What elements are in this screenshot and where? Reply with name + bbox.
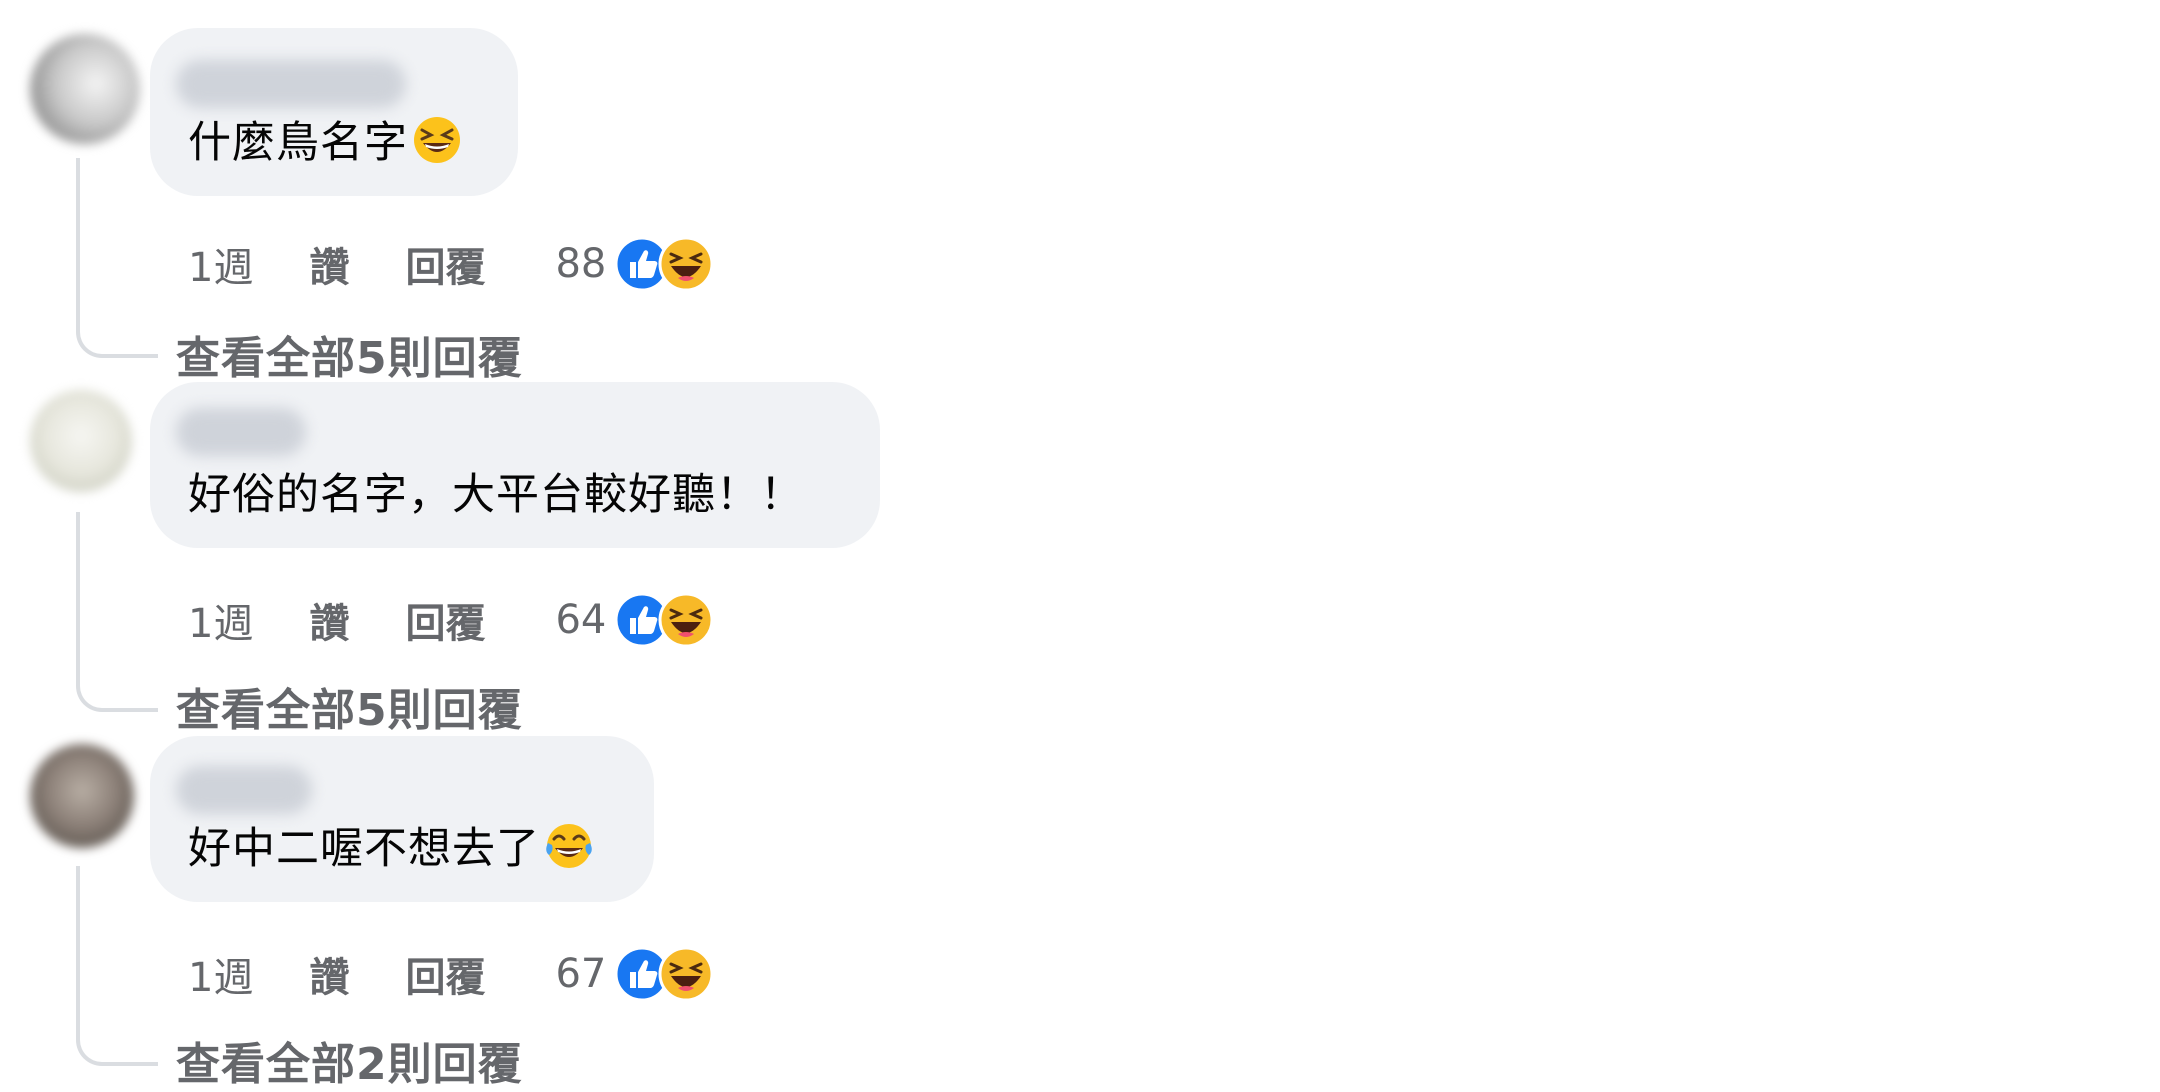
comment-text: 好中二喔不想去了 [188, 820, 594, 878]
reaction-summary[interactable] [614, 592, 714, 648]
timestamp[interactable]: 1週 [188, 945, 253, 1003]
comment-bubble: 什麼鳥名字 [150, 28, 518, 196]
author-name[interactable] [176, 766, 312, 814]
reply-button[interactable]: 回覆 [405, 235, 485, 293]
haha-icon [658, 946, 714, 1002]
thread-line [76, 158, 158, 358]
reply-button[interactable]: 回覆 [405, 591, 485, 649]
like-button[interactable]: 讚 [309, 591, 349, 649]
comment-item: 好中二喔不想去了 1週 讚 回覆 67 查看全部2則回覆 [0, 736, 1400, 1090]
comment-actions: 1週 讚 回覆 88 [188, 234, 714, 294]
thread-line [76, 866, 158, 1066]
comment-text: 什麼鳥名字 [188, 114, 462, 172]
reaction-summary[interactable] [614, 946, 714, 1002]
comment-item: 好俗的名字，大平台較好聽！！ 1週 讚 回覆 64 查看全部5則回覆 [0, 382, 1400, 736]
avatar[interactable] [30, 390, 132, 492]
comment-bubble: 好中二喔不想去了 [150, 736, 654, 902]
reaction-summary[interactable] [614, 236, 714, 292]
like-button[interactable]: 讚 [309, 235, 349, 293]
author-name[interactable] [176, 60, 406, 108]
avatar[interactable] [30, 34, 140, 144]
tears-of-joy-face-icon [546, 824, 592, 868]
view-replies-link[interactable]: 查看全部5則回覆 [176, 322, 523, 386]
comment-actions: 1週 讚 回覆 64 [188, 590, 714, 650]
reply-button[interactable]: 回覆 [405, 945, 485, 1003]
view-replies-link[interactable]: 查看全部5則回覆 [176, 674, 523, 738]
grinning-squinting-face-icon [414, 117, 460, 163]
thread-line [76, 512, 158, 712]
haha-icon [658, 592, 714, 648]
reaction-count[interactable]: 88 [555, 241, 606, 287]
like-button[interactable]: 讚 [309, 945, 349, 1003]
comment-item: 什麼鳥名字 1週 讚 回覆 88 查看全部5則回覆 [0, 28, 1400, 384]
comment-actions: 1週 讚 回覆 67 [188, 944, 714, 1004]
comment-text: 好俗的名字，大平台較好聽！！ [188, 470, 804, 520]
reaction-count[interactable]: 67 [555, 951, 606, 997]
timestamp[interactable]: 1週 [188, 591, 253, 649]
comment-bubble: 好俗的名字，大平台較好聽！！ [150, 382, 880, 548]
author-name[interactable] [176, 408, 306, 456]
reaction-count[interactable]: 64 [555, 597, 606, 643]
view-replies-link[interactable]: 查看全部2則回覆 [176, 1028, 523, 1092]
haha-icon [658, 236, 714, 292]
avatar[interactable] [30, 744, 134, 848]
timestamp[interactable]: 1週 [188, 235, 253, 293]
